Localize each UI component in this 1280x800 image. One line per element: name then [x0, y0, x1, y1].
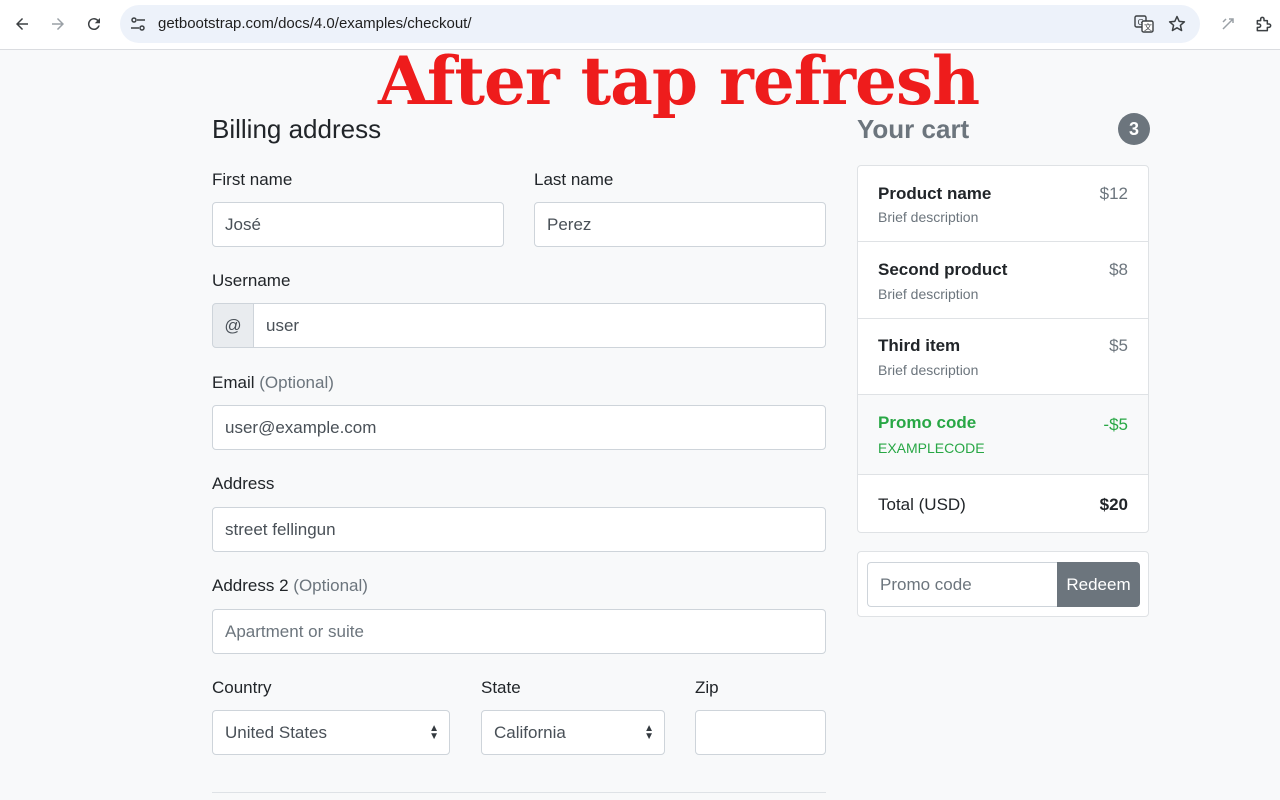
form-divider: [212, 792, 826, 793]
country-select-value: United States: [225, 722, 328, 742]
url-text[interactable]: getbootstrap.com/docs/4.0/examples/check…: [158, 15, 472, 32]
extensions-puzzle-icon[interactable]: [1250, 10, 1278, 38]
first-name-label: First name: [212, 170, 293, 189]
address-bar[interactable]: getbootstrap.com/docs/4.0/examples/check…: [120, 5, 1200, 43]
cart-item-price: $8: [1109, 260, 1128, 279]
select-caret-icon: ▲ ▼: [429, 723, 439, 742]
extension-icon[interactable]: [1214, 10, 1242, 38]
zip-input[interactable]: [695, 710, 826, 755]
state-label: State: [481, 678, 521, 697]
cart-item-desc: Brief description: [878, 286, 979, 302]
cart-item-name: Product name: [878, 184, 992, 203]
promo-amount: -$5: [1103, 415, 1128, 434]
address2-optional-text: (Optional): [293, 576, 368, 595]
back-button[interactable]: [7, 9, 37, 39]
arrow-left-icon: [16, 18, 28, 30]
email-label-text: Email: [212, 373, 255, 392]
star-icon[interactable]: [1165, 12, 1189, 36]
cart-list: Product name Brief description $12 Secon…: [857, 165, 1149, 533]
cart-total-row: Total (USD) $20: [858, 475, 1148, 532]
state-select[interactable]: California ▲ ▼: [481, 710, 665, 755]
billing-heading: Billing address: [212, 114, 382, 144]
address2-input[interactable]: Apartment or suite: [212, 609, 826, 654]
reload-button[interactable]: [79, 9, 109, 39]
username-label: Username: [212, 271, 291, 290]
cart-item-desc: Brief description: [878, 362, 979, 378]
promo-code: EXAMPLECODE: [878, 440, 985, 456]
cart-item-name: Second product: [878, 260, 1008, 279]
site-info-icon[interactable]: [128, 14, 148, 34]
address2-label: Address 2 (Optional): [212, 576, 368, 596]
email-label: Email (Optional): [212, 373, 334, 393]
overlay-annotation: After tap refresh: [378, 42, 980, 120]
cart-item-price: $5: [1109, 336, 1128, 355]
email-optional-text: (Optional): [259, 373, 334, 392]
reload-icon: [87, 18, 100, 31]
redeem-button[interactable]: Redeem: [1057, 562, 1140, 607]
address2-label-text: Address 2: [212, 576, 289, 595]
select-caret-icon: ▲ ▼: [644, 723, 654, 742]
cart-item-name: Third item: [878, 336, 961, 355]
first-name-input[interactable]: José: [212, 202, 504, 247]
total-value: $20: [1099, 495, 1128, 514]
promo-form: Promo code Redeem: [857, 551, 1149, 617]
total-label: Total (USD): [878, 495, 966, 514]
cart-heading: Your cart: [857, 114, 970, 144]
country-label: Country: [212, 678, 272, 697]
country-select[interactable]: United States ▲ ▼: [212, 710, 450, 755]
username-input[interactable]: user: [253, 303, 826, 348]
zip-label: Zip: [695, 678, 719, 697]
state-select-value: California: [494, 722, 566, 742]
cart-item: Product name Brief description $12: [858, 166, 1148, 242]
cart-item-desc: Brief description: [878, 209, 979, 225]
address-input[interactable]: street fellingun: [212, 507, 826, 552]
address-label: Address: [212, 474, 275, 493]
cart-count-badge: 3: [1118, 113, 1150, 145]
cart-item-price: $12: [1099, 184, 1128, 203]
svg-text:文: 文: [1144, 22, 1152, 32]
username-prefix: @: [212, 303, 254, 348]
last-name-input[interactable]: Perez: [534, 202, 826, 247]
cart-item: Second product Brief description $8: [858, 242, 1148, 319]
email-input[interactable]: user@example.com: [212, 405, 826, 450]
forward-button[interactable]: [43, 9, 73, 39]
translate-icon[interactable]: G文: [1132, 12, 1156, 36]
arrow-right-icon: [52, 18, 64, 30]
last-name-label: Last name: [534, 170, 614, 189]
promo-code-input[interactable]: Promo code: [867, 562, 1057, 607]
cart-promo-row: Promo code EXAMPLECODE -$5: [858, 395, 1148, 475]
cart-item: Third item Brief description $5: [858, 319, 1148, 395]
promo-name: Promo code: [878, 413, 977, 432]
